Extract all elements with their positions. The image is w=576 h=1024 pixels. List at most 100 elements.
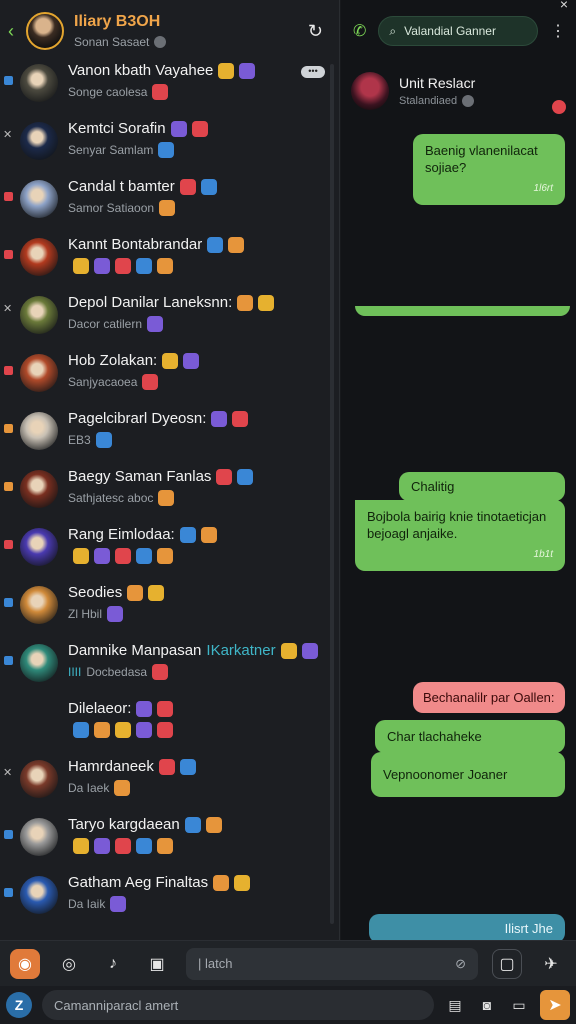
chat-name: Kemtci Sorafin (68, 120, 331, 137)
list-item[interactable]: Rang Eimlodaa: (0, 526, 339, 584)
chat-subtitle: Senyar Samlam (68, 142, 331, 158)
emoji-icon (115, 548, 131, 564)
scrollbar[interactable] (330, 64, 334, 924)
list-item[interactable]: Gatham Aeg Finaltas Da Iaik (0, 874, 339, 932)
list-item[interactable]: Candal t bamter Samor Satiaoon (0, 178, 339, 236)
chat-name-text: Candal t bamter (68, 178, 175, 195)
list-item[interactable]: Vanon kbath Vayahee Songe caolesa ••• (0, 62, 339, 120)
message-bubble[interactable]: Bojbola bairig knie tinotaeticjan bejoag… (355, 500, 565, 571)
chat-subtitle-text: Songe caolesa (68, 85, 148, 99)
list-item[interactable]: ✕ Kemtci Sorafin Senyar Samlam (0, 120, 339, 178)
emoji-icon (301, 642, 318, 659)
chat-icon[interactable]: ▭ (508, 994, 530, 1016)
message-bubble[interactable]: Baenig vlanenilacat sojiae? 1l6rt (413, 134, 565, 205)
search-input-text: | latch (198, 956, 233, 971)
emoji-icon (136, 548, 152, 564)
emoji-icon (115, 258, 131, 274)
kebab-icon[interactable]: ⋮ (550, 21, 566, 41)
emoji-icon (232, 410, 249, 427)
more-icon[interactable]: ••• (301, 66, 325, 78)
chat-body: Baegy Saman Fanlas Sathjatesc aboc (68, 468, 331, 506)
conversation-search[interactable]: ⌕ Valandial Ganner (378, 16, 538, 46)
list-item[interactable]: Dilelaeor: (0, 700, 339, 758)
chat-subtitle: Samor Satiaoon (68, 200, 331, 216)
document-icon[interactable]: ▤ (444, 994, 466, 1016)
avatar (20, 180, 58, 218)
list-item[interactable]: Seodies Zl Hbil (0, 584, 339, 642)
avatar[interactable] (26, 12, 64, 50)
unread-marker (4, 424, 13, 433)
chat-body: Taryo kargdaean (68, 816, 331, 854)
call-icon[interactable]: ✆ (353, 21, 366, 41)
chat-body: Kannt Bontabrandar (68, 236, 331, 274)
list-item[interactable]: Hob Zolakan: Sanjyacaoea (0, 352, 339, 410)
list-item[interactable]: Pagelcibrarl Dyeosn: EB3 (0, 410, 339, 468)
avatar (20, 876, 58, 914)
emoji-icon (136, 258, 152, 274)
send-icon[interactable]: ➤ (540, 990, 570, 1020)
emoji-icon (157, 548, 173, 564)
emoji-icon (179, 526, 196, 543)
chat-name: Gatham Aeg Finaltas (68, 874, 331, 891)
record-icon[interactable]: ◎ (54, 949, 84, 979)
camera-small-icon[interactable]: ◙ (476, 994, 498, 1016)
chat-name-text: Dilelaeor: (68, 700, 132, 717)
message-bubble[interactable]: Ilisrt Jhe (369, 914, 565, 940)
search-input[interactable]: | latch ⊘ (186, 947, 478, 980)
status-icon (154, 36, 167, 48)
message-bubble[interactable]: Vepnoonomer Joaner (371, 752, 565, 797)
emoji-icon (184, 816, 201, 833)
contact-header[interactable]: Unit Reslacr Stalandiaed (341, 62, 576, 120)
message-input[interactable]: Camanniparacl amert (42, 990, 434, 1020)
emoji-icon (258, 294, 275, 311)
emoji-icon (142, 374, 159, 390)
emoji-icon (157, 722, 173, 738)
chat-subtitle: IIII Docbedasa (68, 664, 331, 680)
image-icon[interactable]: ▣ (142, 949, 172, 979)
message-text: Chalitig (411, 479, 455, 494)
camera-icon[interactable]: ◉ (10, 948, 40, 979)
avatar (20, 760, 58, 798)
unread-marker (4, 888, 13, 897)
emoji-icon (207, 236, 224, 253)
logo-icon[interactable]: Z (6, 992, 32, 1018)
emoji-icon (183, 352, 200, 369)
message-bubble[interactable]: Bechanalilr par Oallen: (413, 682, 565, 713)
list-item[interactable]: Taryo kargdaean (0, 816, 339, 874)
link-icon[interactable]: ⊘ (455, 956, 466, 972)
message-text: Ilisrt Jhe (504, 921, 553, 936)
chat-subtitle: Sathjatesc aboc (68, 490, 331, 506)
refresh-icon[interactable]: ↻ (308, 21, 323, 42)
list-item[interactable]: Kannt Bontabrandar (0, 236, 339, 294)
avatar (20, 64, 58, 102)
close-icon[interactable]: × (560, 0, 568, 12)
message-bubble[interactable]: Char tlachaheke (375, 720, 565, 753)
emoji-icon (179, 178, 196, 195)
emoji-icon (94, 722, 110, 738)
emoji-icon (200, 178, 217, 195)
emoji-icon (191, 120, 208, 137)
emoji-icon (110, 896, 127, 912)
screen-icon[interactable]: ▢ (492, 948, 522, 979)
chat-subtitle (68, 548, 331, 564)
emoji-icon (159, 200, 176, 216)
emoji-icon (94, 258, 110, 274)
music-icon[interactable]: ♪ (98, 949, 128, 979)
back-icon[interactable]: ‹ (8, 21, 22, 42)
emoji-icon (237, 468, 254, 485)
chat-name-text: Depol Danilar Laneksnn: (68, 294, 233, 311)
unread-marker: ✕ (3, 129, 13, 141)
message-bubble[interactable] (355, 306, 570, 316)
message-bubble[interactable]: Chalitig (399, 472, 565, 501)
pin-icon[interactable]: ✈ (536, 949, 566, 979)
list-item[interactable]: Baegy Saman Fanlas Sathjatesc aboc (0, 468, 339, 526)
list-item[interactable]: ✕ Hamrdaneek Da Iaek (0, 758, 339, 816)
list-item[interactable]: ✕ Depol Danilar Laneksnn: Dacor catilern (0, 294, 339, 352)
unread-marker (4, 482, 13, 491)
message-text: Bechanalilr par Oallen: (423, 690, 555, 705)
list-item[interactable]: Damnike Manpasan IKarkatner IIII Docbedasa (0, 642, 339, 700)
chat-name: Kannt Bontabrandar (68, 236, 331, 253)
message-text: Baenig vlanenilacat sojiae? (425, 143, 538, 175)
chat-name: Depol Danilar Laneksnn: (68, 294, 331, 311)
emoji-icon (152, 664, 169, 680)
